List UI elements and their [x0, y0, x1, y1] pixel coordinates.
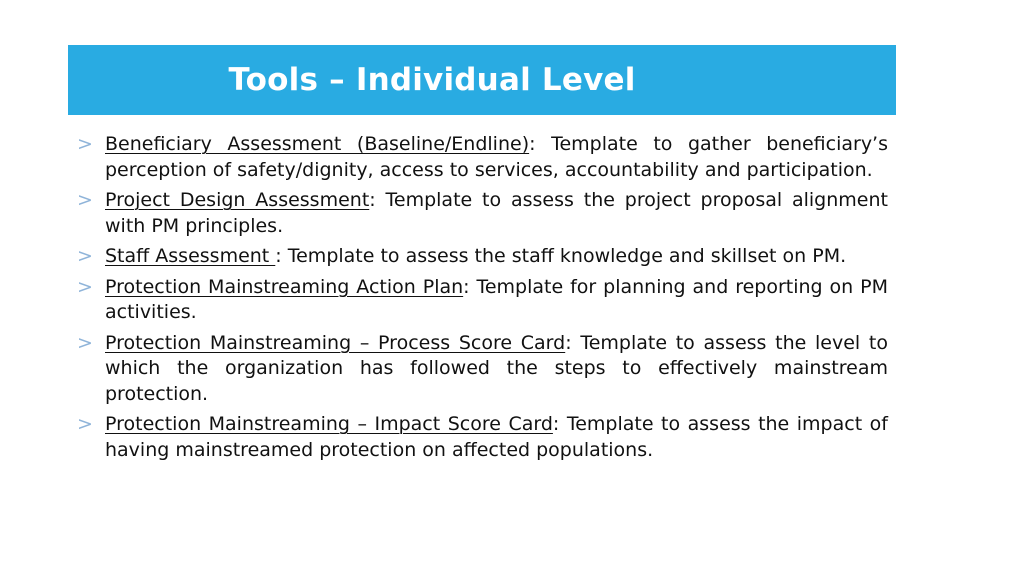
list-item: > Protection Mainstreaming – Process Sco…: [72, 331, 888, 408]
chevron-right-icon: >: [77, 275, 93, 298]
page-title: Tools – Individual Level: [228, 62, 636, 98]
tool-name-link[interactable]: Protection Mainstreaming – Impact Score …: [105, 413, 553, 435]
chevron-right-icon: >: [77, 189, 93, 211]
list-item: > Protection Mainstreaming Action Plan: …: [72, 275, 888, 326]
chevron-right-icon: >: [77, 133, 93, 155]
list-item: > Beneficiary Assessment (Baseline/Endli…: [72, 132, 888, 183]
title-banner: Tools – Individual Level: [68, 45, 896, 115]
tool-name-link[interactable]: Beneficiary Assessment (Baseline/Endline…: [105, 133, 529, 155]
tool-name-link[interactable]: Protection Mainstreaming – Process Score…: [105, 332, 565, 354]
list-item: > Project Design Assessment: Template to…: [72, 188, 888, 239]
chevron-right-icon: >: [77, 331, 93, 354]
list-item: > Staff Assessment : Template to assess …: [72, 244, 888, 270]
tool-name-link[interactable]: Project Design Assessment: [105, 189, 369, 211]
tool-description: : Template to assess the staff knowledge…: [275, 245, 847, 267]
list-item: > Protection Mainstreaming – Impact Scor…: [72, 412, 888, 463]
chevron-right-icon: >: [77, 245, 93, 267]
tool-name-link[interactable]: Staff Assessment: [105, 245, 275, 267]
chevron-right-icon: >: [77, 413, 93, 435]
tool-name-link[interactable]: Protection Mainstreaming Action Plan: [105, 276, 463, 298]
tools-list: > Beneficiary Assessment (Baseline/Endli…: [72, 132, 888, 468]
